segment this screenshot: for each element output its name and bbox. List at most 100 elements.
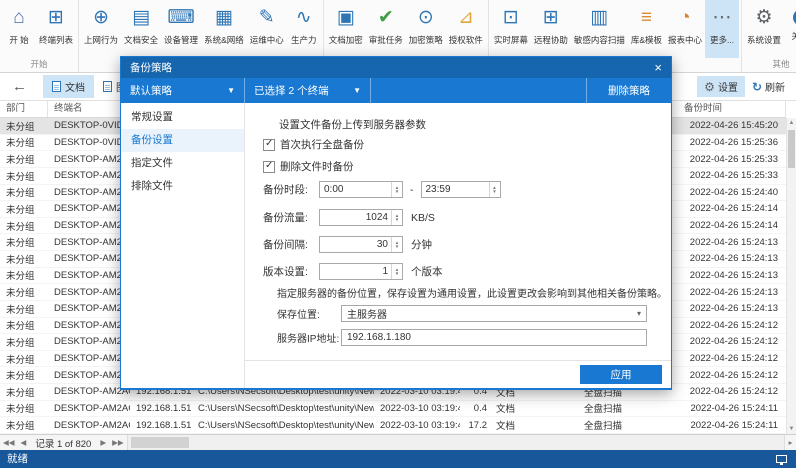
vertical-scrollbar-thumb[interactable] xyxy=(788,130,795,168)
first-record-icon[interactable]: ◀◀ xyxy=(3,438,15,447)
dialog-sidebar: 常规设置备份设置指定文件排除文件 xyxy=(121,103,245,388)
dialog-sidebar-item-0[interactable]: 常规设置 xyxy=(121,106,244,129)
ribbon-item-more[interactable]: ⋯更多... xyxy=(705,0,739,58)
spinner-icon[interactable]: ▲▼ xyxy=(391,237,402,252)
back-icon[interactable]: ← xyxy=(12,78,27,95)
terminals-dropdown[interactable]: 已选择 2 个终端 ▼ xyxy=(245,78,371,103)
interval-input[interactable]: 30 ▲▼ xyxy=(319,236,403,253)
ribbon-item-device-mgmt[interactable]: ⌨设备管理 xyxy=(161,0,201,58)
version-input[interactable]: 1 ▲▼ xyxy=(319,263,403,280)
ribbon-item-report-center[interactable]: ◔报表中心 xyxy=(665,0,705,58)
table-row[interactable]: 未分组DESKTOP-AM2AGL3192.168.1.51C:\Users\N… xyxy=(0,401,786,418)
ribbon-item-settings[interactable]: ⚙系统设置 xyxy=(744,0,784,58)
spinner-icon[interactable]: ▲▼ xyxy=(391,182,402,197)
save-location-value: 主服务器 xyxy=(347,306,387,321)
ribbon-item-about[interactable]: i关 于 xyxy=(784,0,796,58)
spinner-icon[interactable]: ▲▼ xyxy=(391,264,402,279)
scroll-up-icon[interactable]: ▲ xyxy=(787,118,796,128)
server-ip-input[interactable]: 192.168.1.180 xyxy=(341,329,647,346)
backup-traffic-row: 备份流量: 1024 ▲▼ KB/S xyxy=(263,209,435,226)
ribbon-item-label: 加密策略 xyxy=(409,34,443,46)
server-ip-row: 服务器IP地址: 192.168.1.180 xyxy=(277,329,647,346)
delete-policy-button[interactable]: 删除策略 xyxy=(587,78,671,103)
policy-dropdown[interactable]: 默认策略 ▼ xyxy=(121,78,245,103)
ribbon-item-label: 审批任务 xyxy=(369,34,403,46)
traffic-input[interactable]: 1024 ▲▼ xyxy=(319,209,403,226)
remote-assist-icon: ⊞ xyxy=(543,5,559,30)
vertical-scrollbar[interactable]: ▲ ▼ xyxy=(786,118,796,434)
cell-name: DESKTOP-0VIDMDJ xyxy=(48,135,130,151)
ribbon-item-doc-encrypt[interactable]: ▣文档加密 xyxy=(326,0,366,58)
period-to-input[interactable]: 23:59 ▲▼ xyxy=(421,181,501,198)
ribbon-item-approval[interactable]: ✔ 审批任务 xyxy=(366,0,406,58)
horizontal-scrollbar-thumb[interactable] xyxy=(131,437,189,448)
spinner-icon[interactable]: ▲▼ xyxy=(489,182,500,197)
ribbon-item-encrypt-policy[interactable]: ⊙加密策略 xyxy=(406,0,446,58)
policy-bar-spacer xyxy=(371,78,587,103)
ribbon-item-sensitive-scan[interactable]: ▥敏感内容扫描 xyxy=(571,0,628,58)
ribbon-item-remote-assist[interactable]: ⊞远程协助 xyxy=(531,0,571,58)
last-record-icon[interactable]: ▶▶ xyxy=(112,438,124,447)
delete-backup-checkbox[interactable]: 删除文件时备份 xyxy=(263,159,354,174)
tab-docs[interactable]: 文档 xyxy=(43,75,94,98)
server-location-note: 指定服务器的备份位置，保存设置为通用设置，此设置更改会影响到其他相关备份策略。 xyxy=(277,285,667,300)
checkbox-checked-icon[interactable] xyxy=(263,139,275,151)
scroll-down-icon[interactable]: ▼ xyxy=(787,424,796,434)
column-header-dept[interactable]: 部门 xyxy=(0,101,48,117)
ribbon-item-licensed-sw[interactable]: ⊿授权软件 xyxy=(446,0,486,58)
close-icon[interactable]: × xyxy=(654,61,662,74)
period-from-input[interactable]: 0:00 ▲▼ xyxy=(319,181,403,198)
save-location-select[interactable]: 主服务器 ▾ xyxy=(341,305,647,322)
interval-value: 30 xyxy=(320,239,391,250)
apply-button[interactable]: 应用 xyxy=(580,365,662,384)
cell-dept: 未分组 xyxy=(0,185,48,201)
version-setting-row: 版本设置: 1 ▲▼ 个版本 xyxy=(263,263,443,280)
cell-dept: 未分组 xyxy=(0,318,48,334)
approval-icon: ✔ xyxy=(378,5,394,30)
settings-button[interactable]: ⚙ 设置 xyxy=(697,76,745,97)
ribbon-item-doc-security[interactable]: ▤文档安全 xyxy=(121,0,161,58)
cell-btime: 2022-04-26 15:24:11 xyxy=(672,417,786,433)
cell-name: DESKTOP-AM2AGL3 xyxy=(48,367,130,383)
cell-name: DESKTOP-AM2AGL3 xyxy=(48,201,130,217)
full-backup-checkbox[interactable]: 首次执行全盘备份 xyxy=(263,137,364,152)
horizontal-scrollbar[interactable] xyxy=(127,435,784,450)
cell-btime: 2022-04-26 15:24:11 xyxy=(672,401,786,417)
ribbon-item-terminal-list[interactable]: ⊞终端列表 xyxy=(36,0,76,58)
dialog-sidebar-item-1[interactable]: 备份设置 xyxy=(121,129,244,152)
dialog-sidebar-item-3[interactable]: 排除文件 xyxy=(121,175,244,198)
column-header-backup-time[interactable]: 备份时间 xyxy=(672,101,786,117)
cell-name: DESKTOP-AM2AGL3 xyxy=(48,351,130,367)
cell-btime: 2022-04-26 15:25:33 xyxy=(672,151,786,167)
ribbon-group-items: ▣文档加密 ✔ 审批任务⊙加密策略⊿授权软件 xyxy=(326,0,486,58)
ribbon-item-label: 上网行为 xyxy=(84,34,118,46)
ribbon-item-home[interactable]: ⌂开 始 xyxy=(2,0,36,58)
cell-name: DESKTOP-AM2AGL3 xyxy=(48,185,130,201)
toolbar-right: ⚙ 设置 ↻ 刷新 xyxy=(697,76,792,97)
ribbon-item-realtime-screen[interactable]: ⊡实时屏幕 xyxy=(491,0,531,58)
ribbon-item-web-behavior[interactable]: ⊕上网行为 xyxy=(81,0,121,58)
ribbon-group-items: ⚙系统设置i关 于 xyxy=(744,0,796,58)
cell-type: 文档 xyxy=(490,417,534,433)
next-record-icon[interactable]: ▶ xyxy=(100,438,106,447)
dialog-sidebar-item-2[interactable]: 指定文件 xyxy=(121,152,244,175)
ribbon-item-system-network[interactable]: ▦系统&网络 xyxy=(201,0,247,58)
cell-btime: 2022-04-26 15:24:12 xyxy=(672,384,786,400)
ribbon-item-lib-template[interactable]: ≡库&模板 xyxy=(628,0,665,58)
table-row[interactable]: 未分组DESKTOP-AM2AGL3192.168.1.51C:\Users\N… xyxy=(0,417,786,434)
save-location-row: 保存位置: 主服务器 ▾ xyxy=(277,305,647,322)
ribbon-item-label: 实时屏幕 xyxy=(494,34,528,46)
column-header-terminal-name[interactable]: 终端名 xyxy=(48,101,130,117)
prev-record-icon[interactable]: ◀ xyxy=(21,438,27,447)
version-value: 1 xyxy=(320,266,391,277)
checkbox-checked-icon[interactable] xyxy=(263,161,275,173)
ribbon-item-ops-center[interactable]: ✎运维中心 xyxy=(247,0,287,58)
refresh-button[interactable]: ↻ 刷新 xyxy=(745,76,792,97)
delete-backup-checkbox-label: 删除文件时备份 xyxy=(280,159,354,174)
status-text: 就绪 xyxy=(7,453,28,465)
scroll-right-icon[interactable]: ▸ xyxy=(784,435,796,450)
ribbon-item-label: 系统&网络 xyxy=(204,34,244,46)
ribbon-item-productivity[interactable]: ∿生产力 xyxy=(287,0,321,58)
spinner-icon[interactable]: ▲▼ xyxy=(391,210,402,225)
cell-btime: 2022-04-26 15:24:12 xyxy=(672,367,786,383)
